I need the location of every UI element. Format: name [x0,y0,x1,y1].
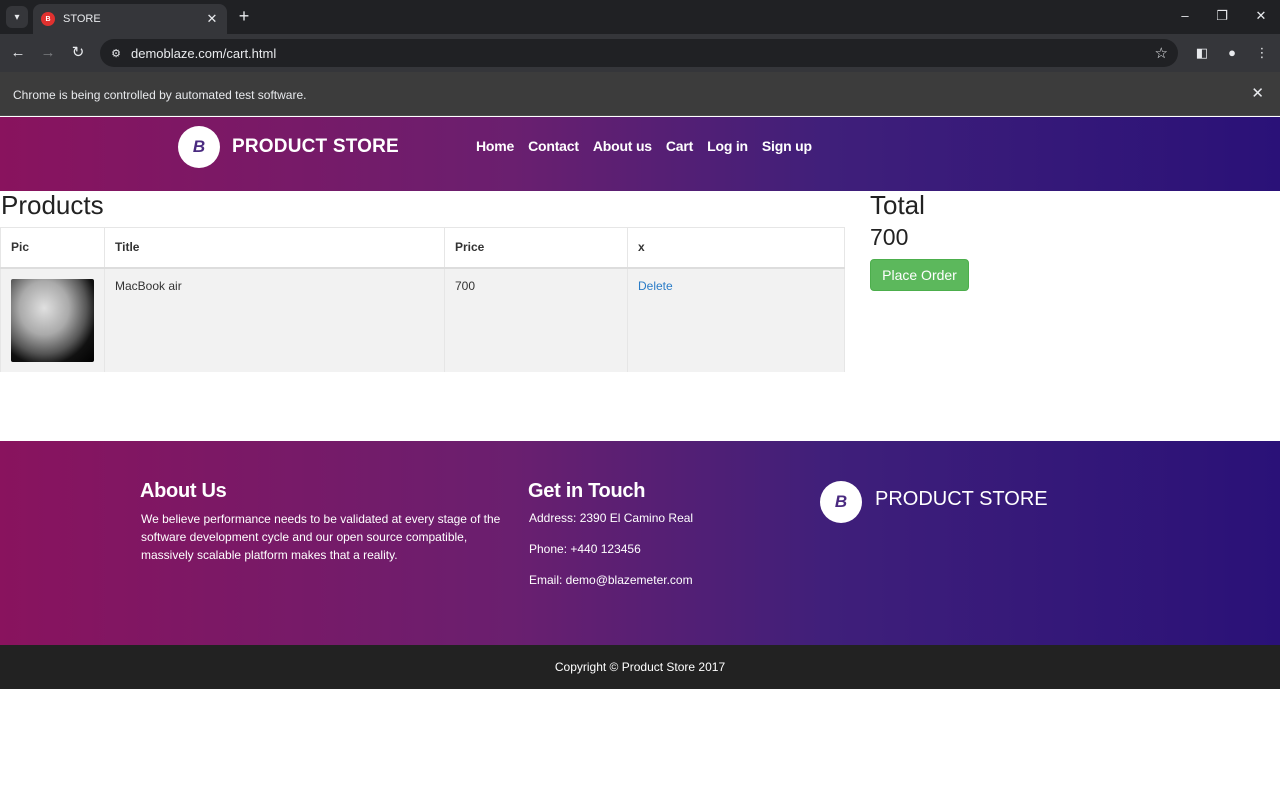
star-icon[interactable]: ☆ [1155,44,1168,62]
kebab-menu-icon[interactable]: ⋮ [1251,42,1273,64]
close-icon[interactable]: ✕ [203,11,221,27]
total-value: 700 [870,224,909,250]
browser-toolbar: ← → ↻ ⚙ demoblaze.com/cart.html ☆ ◧ ● ⋮ [0,34,1280,72]
table-header-row: Pic Title Price x [0,227,845,269]
product-thumbnail [11,278,94,362]
copyright-text: Copyright © Product Store 2017 [554,660,726,674]
column-header-pic: Pic [0,227,105,269]
side-panel-icon[interactable]: ◧ [1191,42,1213,64]
minimize-icon[interactable]: – [1170,6,1200,26]
brand-logo-icon[interactable]: B [178,126,220,168]
delete-link[interactable]: Delete [638,279,673,293]
nav-cart[interactable]: Cart [666,138,693,154]
nav-signup[interactable]: Sign up [762,138,812,154]
column-header-price: Price [444,227,628,269]
browser-tab[interactable]: B STORE ✕ [33,4,227,34]
brand-name[interactable]: PRODUCT STORE [232,136,399,158]
url-text[interactable]: demoblaze.com/cart.html [131,46,1155,61]
phone-text: Phone: +440 123456 [529,542,641,556]
table-row: MacBook air 700 Delete [0,267,845,372]
browser-tab-bar: ▾ B STORE ✕ + – ❐ ✕ [0,0,1280,34]
main-nav: Home Contact About us Cart Log in Sign u… [476,138,812,154]
site-header: B PRODUCT STORE Home Contact About us Ca… [0,117,1280,191]
nav-about[interactable]: About us [593,138,652,154]
infobar-text: Chrome is being controlled by automated … [13,88,307,102]
plus-icon[interactable]: + [234,6,254,26]
column-header-action: x [627,227,845,269]
price-cell: 700 [444,267,628,372]
pic-cell [0,267,105,372]
footer-brand-name: PRODUCT STORE [875,488,1048,510]
copyright-bar: Copyright © Product Store 2017 [0,645,1280,689]
nav-home[interactable]: Home [476,138,514,154]
chevron-down-icon[interactable]: ▾ [6,6,28,28]
about-us-heading: About Us [140,480,227,502]
profile-icon[interactable]: ● [1221,42,1243,64]
total-heading: Total [870,190,925,220]
tab-title: STORE [63,13,101,25]
automation-infobar: Chrome is being controlled by automated … [0,72,1280,116]
restore-icon[interactable]: ❐ [1207,6,1237,26]
nav-login[interactable]: Log in [707,138,748,154]
products-heading: Products [1,190,104,220]
action-cell: Delete [627,267,845,372]
title-cell: MacBook air [104,267,445,372]
about-us-text: We believe performance needs to be valid… [141,512,501,562]
nav-contact[interactable]: Contact [528,138,579,154]
site-footer: About Us We believe performance needs to… [0,441,1280,645]
get-in-touch-heading: Get in Touch [528,480,646,502]
email-text: Email: demo@blazemeter.com [529,573,693,587]
close-icon[interactable]: ✕ [1251,84,1264,102]
tune-icon[interactable]: ⚙ [108,47,124,60]
place-order-button[interactable]: Place Order [870,259,969,291]
favicon-icon: B [41,12,55,26]
back-arrow-icon[interactable]: ← [7,42,29,64]
footer-logo-icon: B [820,481,862,523]
close-icon[interactable]: ✕ [1246,6,1276,26]
reload-icon[interactable]: ↻ [67,42,89,64]
address-text: Address: 2390 El Camino Real [529,511,694,525]
forward-arrow-icon: → [40,44,56,61]
address-bar[interactable]: ⚙ demoblaze.com/cart.html ☆ [100,39,1178,67]
cart-table: Pic Title Price x MacBook air 700 Delete [0,227,845,372]
column-header-title: Title [104,227,445,269]
